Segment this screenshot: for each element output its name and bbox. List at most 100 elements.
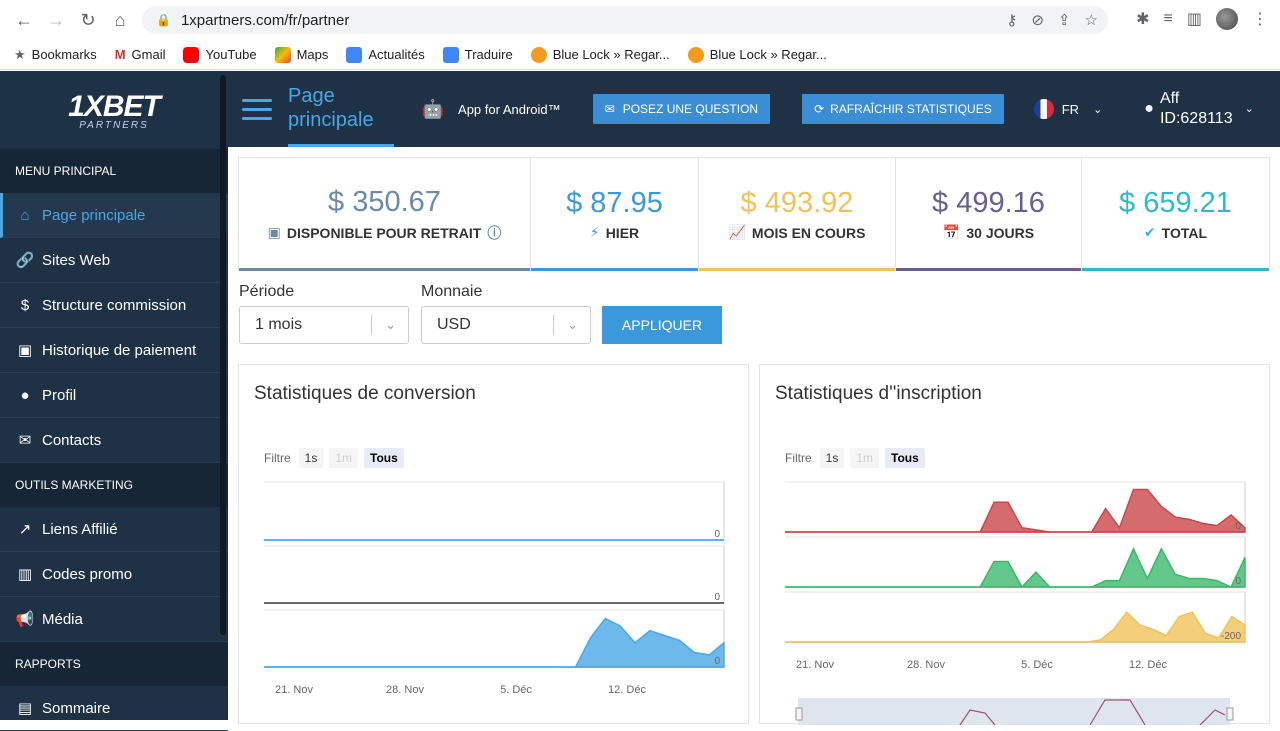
series-end-label: 0: [1235, 576, 1241, 587]
series-area: [264, 617, 725, 668]
sidebar-item-historique-de-paiement[interactable]: ▣ Historique de paiement: [0, 328, 228, 373]
back-icon[interactable]: ←: [10, 6, 38, 34]
stat-value: $ 493.92: [740, 187, 854, 219]
stat-color-bar: [1082, 268, 1269, 271]
sidebar-item-label: Média: [42, 610, 83, 628]
sidebar-item-label: Codes promo: [42, 565, 133, 583]
period-select[interactable]: 1 mois ⌄: [239, 306, 409, 344]
bookmark-item[interactable]: Actualités: [346, 46, 425, 63]
share-icon[interactable]: ⇪: [1058, 11, 1071, 29]
bolt-icon: ⚡: [589, 224, 600, 240]
sidebar-item-label: Profil: [42, 386, 77, 404]
sidebar-item-codes-promo[interactable]: ▥ Codes promo: [0, 552, 228, 597]
bookmark-item[interactable]: Traduire: [442, 46, 513, 63]
stat-label: ✔ TOTAL: [1143, 224, 1208, 241]
sidebar-item-page-principale[interactable]: ⌂ Page principale: [0, 193, 228, 238]
star-icon[interactable]: ☆: [1085, 11, 1098, 29]
external-link-icon: ↗: [18, 521, 32, 538]
play-icon: [687, 46, 704, 63]
stat-card: $ 493.92 📈 MOIS EN COURS: [699, 158, 896, 271]
x-tick-label: 5. Déc: [1021, 659, 1053, 671]
star-icon: ★: [14, 46, 26, 62]
main-content: $ 350.67 ▣ DISPONIBLE POUR RETRAIT ⓘ $ 87.95…: [228, 147, 1280, 725]
bookmark-item[interactable]: Maps: [274, 46, 328, 63]
period-label: Période: [239, 283, 295, 300]
chart-navigator: [798, 698, 1230, 725]
eye-slash-icon[interactable]: ⊘: [1031, 11, 1044, 29]
inscription-chart[interactable]: 0 0 -200 21. Nov 28. Nov 5. Déc 12. Déc: [760, 365, 1271, 725]
sidebar-section-title: RAPPORTS: [0, 642, 228, 686]
bookmark-item[interactable]: Blue Lock » Regar...: [530, 46, 670, 63]
sidepanel-icon[interactable]: ▥: [1187, 9, 1202, 29]
sidebar: 1XBET PARTNERS MENU PRINCIPAL ⌂ Page princ…: [0, 71, 228, 731]
currency-select[interactable]: USD ⌄: [421, 306, 591, 344]
barcode-icon: ▥: [17, 566, 33, 583]
stat-color-bar: [699, 268, 895, 271]
chevron-down-icon: ⌄: [1244, 103, 1254, 115]
address-bar[interactable]: 🔒 1xpartners.com/fr/partner ⚷ ⊘ ⇪ ☆: [142, 6, 1108, 34]
stats-summary: $ 350.67 ▣ DISPONIBLE POUR RETRAIT ⓘ $ 87.95…: [238, 157, 1270, 271]
puzzle-icon[interactable]: ✱: [1136, 9, 1149, 29]
ask-question-button[interactable]: ✉ POSEZ UNE QUESTION: [592, 94, 771, 124]
money-icon: ▣: [17, 342, 33, 359]
stat-card: $ 659.21 ✔ TOTAL: [1082, 158, 1269, 271]
stat-label: 📅 30 JOURS: [942, 224, 1035, 241]
chart-up-icon: 📈: [728, 224, 746, 240]
sidebar-item-sites-web[interactable]: 🔗 Sites Web: [0, 238, 228, 283]
gmail-icon: M: [114, 47, 126, 62]
page-title: Page principale: [288, 71, 394, 147]
chevron-down-icon: ⌄: [1093, 103, 1103, 116]
translate-icon: [442, 46, 459, 63]
hamburger-menu-icon[interactable]: [242, 93, 272, 126]
envelope-icon: ✉: [18, 432, 32, 449]
series-end-label: -200: [1221, 631, 1241, 642]
refresh-icon: ⟳: [814, 102, 825, 116]
stat-color-bar: [239, 268, 530, 271]
sidebar-item-sommaire[interactable]: ▤ Sommaire: [0, 686, 228, 731]
refresh-stats-button[interactable]: ⟳ RAFRAÎCHIR STATISTIQUES: [802, 94, 1004, 124]
reload-icon[interactable]: ↻: [74, 6, 102, 34]
sidebar-item-label: Contacts: [42, 431, 102, 449]
x-tick-label: 21. Nov: [796, 659, 834, 671]
apply-button[interactable]: APPLIQUER: [602, 306, 722, 344]
android-app-link[interactable]: 🤖 App for Android™: [422, 99, 561, 120]
bookmark-item[interactable]: Blue Lock » Regar...: [687, 46, 827, 63]
sidebar-item-m-dia[interactable]: 📢 Média: [0, 597, 228, 642]
key-icon[interactable]: ⚷: [1006, 11, 1017, 29]
series-area: [785, 611, 1246, 643]
stat-card: $ 87.95 ⚡ HIER: [531, 158, 699, 271]
france-flag-icon: [1033, 99, 1054, 119]
sidebar-scrollbar[interactable]: [220, 75, 226, 635]
home-browser-icon[interactable]: ⌂: [106, 6, 134, 34]
bullhorn-icon: 📢: [15, 611, 35, 628]
sidebar-item-structure-commission[interactable]: $ Structure commission: [0, 283, 228, 328]
language-selector[interactable]: FR ⌄: [1033, 99, 1103, 119]
cash-icon: ▣: [267, 224, 281, 240]
x-tick-label: 5. Déc: [500, 684, 532, 696]
stat-color-bar: [531, 268, 698, 271]
series-end-label: 0: [714, 529, 720, 540]
stat-value: $ 87.95: [566, 187, 663, 219]
bookmark-item[interactable]: M Gmail: [115, 47, 166, 62]
logo-text: 1XBET: [68, 89, 161, 123]
sidebar-item-liens-affili-[interactable]: ↗ Liens Affilié: [0, 507, 228, 552]
sidebar-item-contacts[interactable]: ✉ Contacts: [0, 418, 228, 463]
forward-icon[interactable]: →: [42, 6, 70, 34]
stat-value: $ 350.67: [328, 185, 441, 218]
account-menu[interactable]: ● Aff ID:628113 ⌄: [1144, 89, 1254, 129]
more-icon[interactable]: ⋮: [1252, 9, 1268, 29]
profile-avatar[interactable]: [1216, 8, 1238, 30]
media-icon[interactable]: ≡: [1164, 10, 1173, 28]
info-icon[interactable]: ⓘ: [487, 223, 501, 243]
stat-value: $ 659.21: [1119, 187, 1232, 219]
conversion-chart[interactable]: 0 0 0 21. Nov 28. Nov 5. Déc 12. Déc: [239, 365, 750, 725]
url-text: 1xpartners.com/fr/partner: [180, 11, 350, 29]
x-tick-label: 28. Nov: [386, 684, 424, 696]
sidebar-item-profil[interactable]: ● Profil: [0, 373, 228, 418]
envelope-icon: ✉: [604, 102, 615, 116]
inscription-stats-panel: Statistiques d''inscription Filtre 1s 1m…: [759, 364, 1271, 725]
youtube-icon: [183, 46, 200, 63]
logo[interactable]: 1XBET PARTNERS: [0, 71, 228, 149]
bookmark-item[interactable]: ★ Bookmarks: [14, 47, 97, 63]
bookmark-item[interactable]: YouTube: [183, 46, 257, 63]
